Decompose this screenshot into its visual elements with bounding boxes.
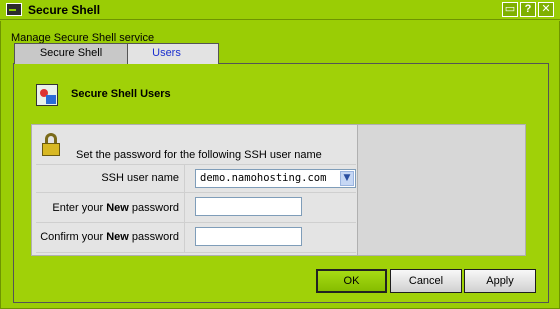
divider <box>36 192 356 193</box>
cancel-button[interactable]: Cancel <box>390 269 462 293</box>
new-password-input[interactable] <box>195 197 302 216</box>
ok-button[interactable]: OK <box>316 269 387 293</box>
divider <box>36 222 356 223</box>
divider <box>184 165 185 253</box>
ssh-user-select[interactable]: demo.namohosting.com ▼ <box>195 169 356 188</box>
apply-button[interactable]: Apply <box>464 269 536 293</box>
lock-icon <box>40 133 62 157</box>
chevron-down-icon[interactable]: ▼ <box>340 171 354 186</box>
tab-secure-shell[interactable]: Secure Shell <box>14 43 128 64</box>
terminal-icon <box>6 3 22 16</box>
section-title: Secure Shell Users <box>71 88 171 100</box>
title-bar: Secure Shell ▭ ? ✕ <box>0 0 560 20</box>
close-icon[interactable]: ✕ <box>538 2 554 17</box>
divider <box>36 252 356 253</box>
confirm-password-input[interactable] <box>195 227 302 246</box>
confirm-password-label: Confirm your New password <box>40 231 179 243</box>
form-intro: Set the password for the following SSH u… <box>76 149 322 161</box>
users-icon <box>36 84 58 106</box>
password-form-side <box>358 124 526 256</box>
ssh-user-value: demo.namohosting.com <box>200 172 327 184</box>
divider <box>36 164 356 165</box>
new-password-label: Enter your New password <box>52 202 179 214</box>
tab-users[interactable]: Users <box>114 43 219 64</box>
minimize-icon[interactable]: ▭ <box>502 2 518 17</box>
help-icon[interactable]: ? <box>520 2 536 17</box>
window-title: Secure Shell <box>28 3 101 17</box>
ssh-user-label: SSH user name <box>101 172 179 184</box>
